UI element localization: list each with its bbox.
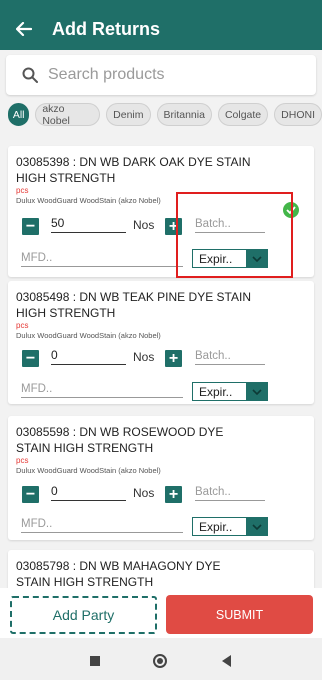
search-input[interactable]	[48, 66, 288, 84]
quantity-unit: Nos	[133, 486, 155, 500]
product-title: 03085798 : DN WB MAHAGONY DYE STAIN HIGH…	[16, 559, 221, 589]
mfd-input[interactable]: MFD..	[21, 513, 183, 533]
expiry-dropdown[interactable]: Expir..	[192, 382, 268, 401]
arrow-left-icon	[16, 22, 32, 36]
decrement-button[interactable]: −	[22, 350, 39, 367]
filter-chip-denim[interactable]: Denim	[106, 103, 151, 126]
selection-highlight	[176, 192, 293, 278]
product-unit: pcs	[16, 321, 29, 330]
add-party-button[interactable]: Add Party	[10, 596, 157, 634]
search-bar[interactable]	[6, 55, 316, 95]
back-button[interactable]	[0, 8, 48, 50]
recents-icon[interactable]	[90, 656, 100, 666]
product-brand: Dulux WoodGuard WoodStain (akzo Nobel)	[16, 466, 161, 475]
expiry-label: Expir..	[199, 384, 233, 399]
quantity-input[interactable]: 0	[51, 345, 126, 365]
expiry-dropdown[interactable]: Expir..	[192, 517, 268, 536]
increment-button[interactable]: +	[165, 486, 182, 503]
batch-input[interactable]: Batch..	[195, 345, 265, 365]
product-unit: pcs	[16, 186, 29, 195]
filter-chip-britannia[interactable]: Britannia	[156, 103, 212, 126]
app-bar: Add Returns	[0, 8, 322, 50]
status-bar	[0, 0, 322, 8]
filter-chip-akzo-nobel[interactable]: akzo Nobel	[35, 103, 101, 127]
product-brand: Dulux WoodGuard WoodStain (akzo Nobel)	[16, 331, 161, 340]
filter-chips: All akzo Nobel Denim Britannia Colgate D…	[8, 103, 322, 127]
product-brand: Dulux WoodGuard WoodStain (akzo Nobel)	[16, 196, 161, 205]
filter-chip-all[interactable]: All	[8, 103, 30, 126]
quantity-input[interactable]: 50	[51, 213, 126, 233]
submit-button[interactable]: SUBMIT	[166, 595, 313, 634]
product-unit: pcs	[16, 456, 29, 465]
chevron-down-icon	[246, 383, 267, 400]
quantity-input[interactable]: 0	[51, 481, 126, 501]
product-card: 03085598 : DN WB ROSEWOOD DYE STAIN HIGH…	[8, 416, 314, 540]
product-card: 03085498 : DN WB TEAK PINE DYE STAIN HIG…	[8, 281, 314, 404]
mfd-input[interactable]: MFD..	[21, 247, 183, 267]
decrement-button[interactable]: −	[22, 218, 39, 235]
increment-button[interactable]: +	[165, 350, 182, 367]
product-title: 03085398 : DN WB DARK OAK DYE STAIN HIGH…	[16, 155, 251, 185]
decrement-button[interactable]: −	[22, 486, 39, 503]
product-title: 03085598 : DN WB ROSEWOOD DYE STAIN HIGH…	[16, 425, 224, 455]
page-title: Add Returns	[52, 18, 160, 39]
home-icon[interactable]	[153, 654, 167, 668]
mfd-input[interactable]: MFD..	[21, 378, 183, 398]
expiry-label: Expir..	[199, 519, 233, 534]
search-icon	[22, 67, 38, 83]
filter-chip-colgate[interactable]: Colgate	[217, 103, 269, 126]
chevron-down-icon	[246, 518, 267, 535]
back-triangle-icon[interactable]	[222, 655, 231, 667]
quantity-unit: Nos	[133, 218, 155, 232]
product-title: 03085498 : DN WB TEAK PINE DYE STAIN HIG…	[16, 290, 251, 320]
quantity-unit: Nos	[133, 350, 155, 364]
filter-chip-dhoni[interactable]: DHONI	[274, 103, 322, 126]
batch-input[interactable]: Batch..	[195, 481, 265, 501]
